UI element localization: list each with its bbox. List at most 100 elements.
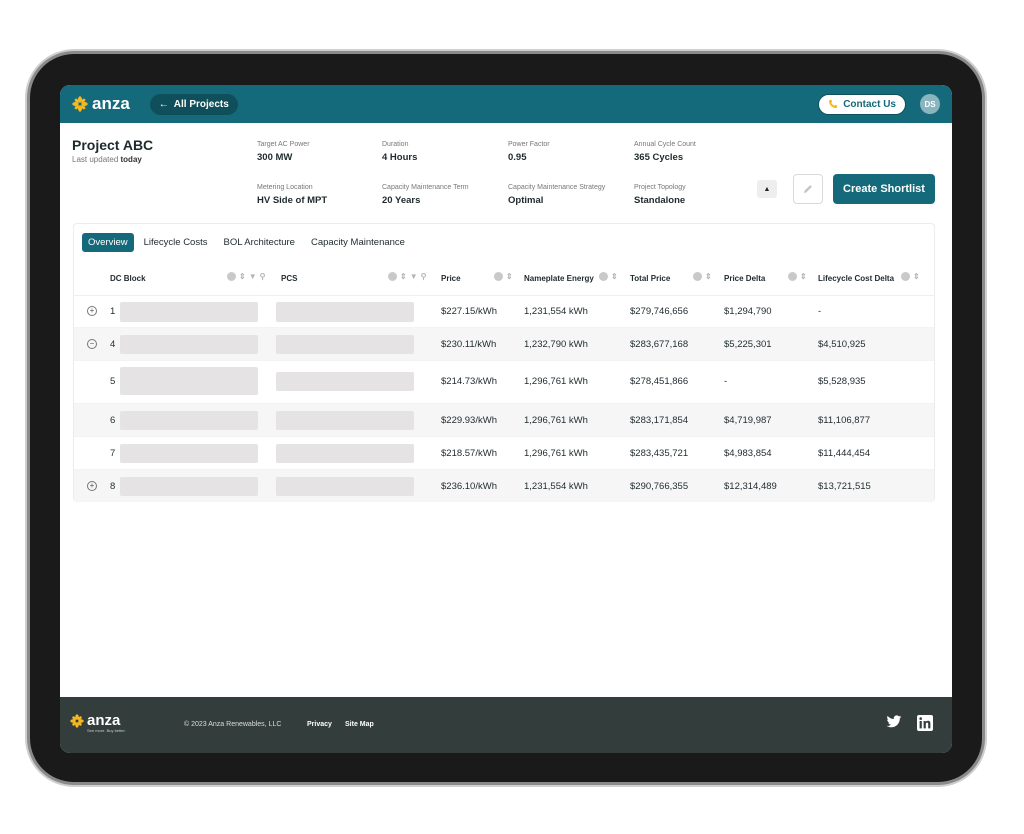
price-delta-cell: - (724, 376, 728, 387)
info-icon[interactable] (599, 272, 608, 281)
row-id: 5 (110, 376, 116, 387)
energy-cell: 1,296,761 kWh (524, 415, 588, 426)
column-header-price[interactable]: Price (441, 274, 461, 283)
info-icon[interactable] (693, 272, 702, 281)
tab-lifecycle-costs[interactable]: Lifecycle Costs (138, 233, 214, 252)
meta-metering-location: Metering Location HV Side of MPT (257, 184, 327, 206)
info-icon[interactable] (494, 272, 503, 281)
sort-icon[interactable]: ⇕ (239, 272, 246, 281)
meta-capacity-maintenance-strategy: Capacity Maintenance Strategy Optimal (508, 184, 605, 206)
row-id: 4 (110, 339, 116, 350)
meta-project-topology: Project Topology Standalone (634, 184, 686, 206)
edit-project-button[interactable] (793, 174, 823, 204)
meta-label: Capacity Maintenance Term (382, 184, 469, 191)
flower-logo-icon (72, 96, 88, 112)
pcs-placeholder (276, 335, 414, 354)
energy-cell: 1,232,790 kWh (524, 339, 588, 350)
filter-icon[interactable]: ▼ (249, 272, 257, 281)
table-row[interactable]: 5 $214.73/kWh 1,296,761 kWh $278,451,866… (74, 361, 934, 404)
lifecycle-delta-cell: - (818, 306, 822, 317)
last-updated-value: today (120, 155, 142, 164)
total-price-header-controls: ⇕ (693, 272, 712, 281)
price-header-controls: ⇕ (494, 272, 513, 281)
results-card: Overview Lifecycle Costs BOL Architectur… (73, 223, 935, 502)
price-cell: $230.11/kWh (441, 339, 497, 350)
meta-label: Metering Location (257, 184, 313, 191)
price-delta-header-controls: ⇕ (788, 272, 807, 281)
table-row[interactable]: + 8 $236.10/kWh 1,231,554 kWh $290,766,3… (74, 470, 934, 502)
table-row[interactable]: 7 $218.57/kWh 1,296,761 kWh $283,435,721… (74, 437, 934, 470)
pcs-placeholder (276, 302, 414, 322)
meta-capacity-maintenance-term: Capacity Maintenance Term 20 Years (382, 184, 469, 206)
back-arrow-icon: ← (158, 98, 169, 110)
dc-block-placeholder (120, 367, 258, 395)
column-header-price-delta[interactable]: Price Delta (724, 274, 765, 283)
meta-value: 4 Hours (382, 152, 418, 163)
table-row[interactable]: + 1 $227.15/kWh 1,231,554 kWh $279,746,6… (74, 296, 934, 328)
page-footer: anza See more. Buy better. © 2023 Anza R… (60, 697, 952, 753)
twitter-icon[interactable] (886, 715, 902, 729)
collapse-row-icon[interactable]: − (87, 339, 97, 349)
project-header: Project ABC Last updated today Target AC… (60, 123, 952, 221)
table-row[interactable]: − 4 $230.11/kWh 1,232,790 kWh $283,677,1… (74, 328, 934, 361)
anza-logo[interactable]: anza (72, 94, 130, 114)
lifecycle-delta-cell: $5,528,935 (818, 376, 866, 387)
tab-capacity-maintenance[interactable]: Capacity Maintenance (305, 233, 411, 252)
meta-power-factor: Power Factor 0.95 (508, 141, 550, 163)
dc-block-header-controls: ⇕ ▼ ⚲ (227, 272, 265, 281)
total-price-cell: $279,746,656 (630, 306, 689, 317)
all-projects-button[interactable]: ← All Projects (149, 93, 238, 115)
column-header-lifecycle-cost-delta[interactable]: Lifecycle Cost Delta (818, 274, 894, 283)
last-updated-prefix: Last updated (72, 155, 119, 164)
pcs-placeholder (276, 411, 414, 430)
info-icon[interactable] (901, 272, 910, 281)
collapse-details-button[interactable]: ▲ (757, 180, 777, 198)
column-header-pcs[interactable]: PCS (281, 274, 297, 283)
energy-cell: 1,231,554 kWh (524, 306, 588, 317)
expand-row-icon[interactable]: + (87, 481, 97, 491)
table-row[interactable]: 6 $229.93/kWh 1,296,761 kWh $283,171,854… (74, 404, 934, 437)
search-icon[interactable]: ⚲ (260, 272, 266, 281)
tab-overview[interactable]: Overview (82, 233, 134, 252)
tab-bol-architecture[interactable]: BOL Architecture (217, 233, 300, 252)
footer-tagline: See more. Buy better. (87, 728, 126, 733)
column-header-dc-block[interactable]: DC Block (110, 274, 146, 283)
footer-privacy-link[interactable]: Privacy (307, 721, 332, 728)
info-icon[interactable] (227, 272, 236, 281)
meta-label: Capacity Maintenance Strategy (508, 184, 606, 191)
linkedin-icon[interactable] (917, 715, 933, 731)
meta-duration: Duration 4 Hours (382, 141, 417, 163)
expand-row-icon[interactable]: + (87, 306, 97, 316)
info-icon[interactable] (388, 272, 397, 281)
contact-us-button[interactable]: Contact Us (818, 93, 906, 115)
dc-block-placeholder (120, 477, 258, 496)
price-delta-cell: $12,314,489 (724, 481, 777, 492)
price-delta-cell: $4,983,854 (724, 448, 772, 459)
price-cell: $227.15/kWh (441, 306, 497, 317)
sort-icon[interactable]: ⇕ (705, 272, 712, 281)
row-id: 7 (110, 448, 116, 459)
footer-logo[interactable]: anza See more. Buy better. (70, 712, 126, 733)
price-cell: $236.10/kWh (441, 481, 497, 492)
column-header-total-price[interactable]: Total Price (630, 274, 670, 283)
dc-block-placeholder (120, 335, 258, 354)
filter-icon[interactable]: ▼ (410, 272, 418, 281)
sort-icon[interactable]: ⇕ (800, 272, 807, 281)
footer-sitemap-link[interactable]: Site Map (345, 721, 374, 728)
search-icon[interactable]: ⚲ (421, 272, 427, 281)
lifecycle-delta-cell: $4,510,925 (818, 339, 866, 350)
meta-label: Annual Cycle Count (634, 141, 696, 148)
pcs-header-controls: ⇕ ▼ ⚲ (388, 272, 426, 281)
total-price-cell: $290,766,355 (630, 481, 689, 492)
meta-label: Target AC Power (257, 141, 310, 148)
info-icon[interactable] (788, 272, 797, 281)
sort-icon[interactable]: ⇕ (611, 272, 618, 281)
sort-icon[interactable]: ⇕ (400, 272, 407, 281)
column-header-nameplate-energy[interactable]: Nameplate Energy (524, 274, 594, 283)
meta-label: Project Topology (634, 184, 686, 191)
user-avatar[interactable]: DS (920, 94, 940, 114)
sort-icon[interactable]: ⇕ (913, 272, 920, 281)
energy-header-controls: ⇕ (599, 272, 618, 281)
create-shortlist-button[interactable]: Create Shortlist (833, 174, 935, 204)
sort-icon[interactable]: ⇕ (506, 272, 513, 281)
